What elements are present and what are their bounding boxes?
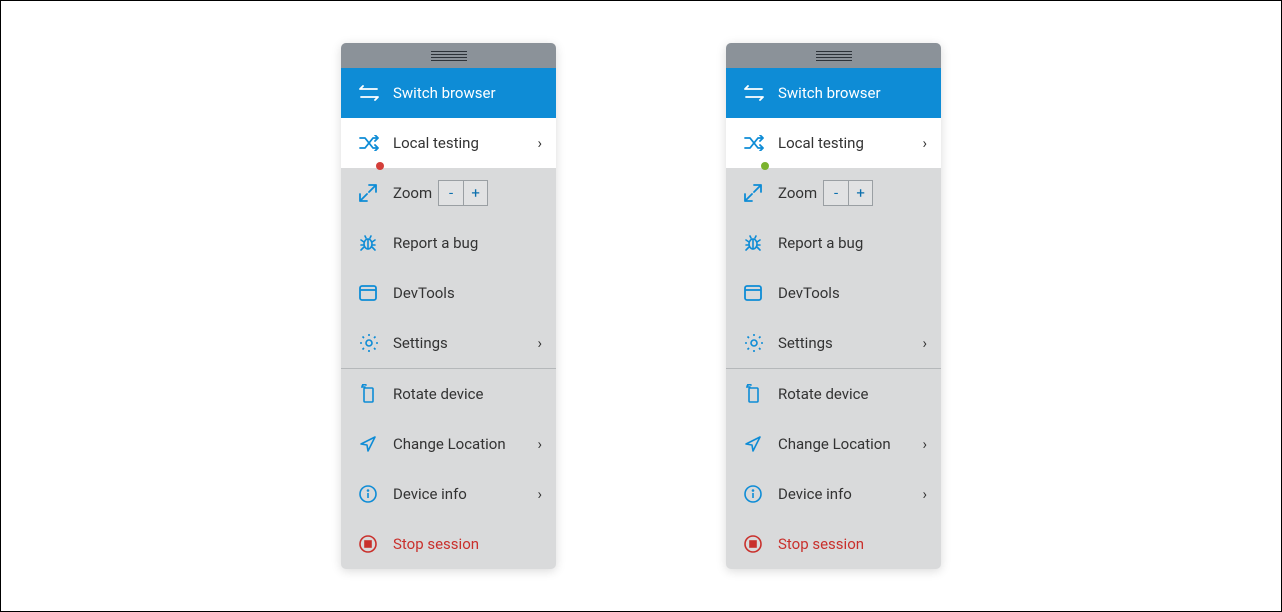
chevron-right-icon: › xyxy=(537,334,542,352)
stop-session-label: Stop session xyxy=(778,535,927,553)
swap-icon xyxy=(744,85,778,101)
bug-icon xyxy=(359,234,393,252)
handle-lines-icon xyxy=(431,51,467,61)
devtools-item[interactable]: DevTools xyxy=(341,268,556,318)
chevron-right-icon: › xyxy=(537,485,542,503)
stop-icon xyxy=(359,535,393,553)
devtools-label: DevTools xyxy=(778,284,927,302)
change-location-label: Change Location xyxy=(778,435,922,453)
switch-browser-label: Switch browser xyxy=(393,84,542,102)
report-bug-label: Report a bug xyxy=(778,234,927,252)
settings-item[interactable]: Settings › xyxy=(341,318,556,368)
switch-browser-item[interactable]: Switch browser xyxy=(341,68,556,118)
devtools-label: DevTools xyxy=(393,284,542,302)
window-icon xyxy=(359,285,393,301)
settings-label: Settings xyxy=(393,334,537,352)
settings-item[interactable]: Settings › xyxy=(726,318,941,368)
settings-label: Settings xyxy=(778,334,922,352)
toolbar-panel-2: Switch browser Local testing › Zoom - + xyxy=(726,43,941,569)
change-location-item[interactable]: Change Location › xyxy=(341,419,556,469)
local-testing-label: Local testing xyxy=(778,134,922,152)
devtools-item[interactable]: DevTools xyxy=(726,268,941,318)
change-location-item[interactable]: Change Location › xyxy=(726,419,941,469)
info-icon xyxy=(359,485,393,503)
swap-icon xyxy=(359,85,393,101)
handle-lines-icon xyxy=(816,51,852,61)
zoom-label: Zoom xyxy=(393,184,432,202)
location-arrow-icon xyxy=(359,435,393,453)
rotate-device-label: Rotate device xyxy=(778,385,927,403)
shuffle-icon xyxy=(744,135,778,151)
zoom-out-button[interactable]: - xyxy=(823,180,848,206)
local-testing-item[interactable]: Local testing › xyxy=(726,118,941,168)
zoom-item: Zoom - + xyxy=(341,168,556,218)
chevron-right-icon: › xyxy=(537,435,542,453)
toolbar-panel-1: Switch browser Local testing › Zoom - + xyxy=(341,43,556,569)
change-location-label: Change Location xyxy=(393,435,537,453)
device-info-label: Device info xyxy=(778,485,922,503)
stop-session-label: Stop session xyxy=(393,535,542,553)
switch-browser-label: Switch browser xyxy=(778,84,927,102)
zoom-label: Zoom xyxy=(778,184,817,202)
location-arrow-icon xyxy=(744,435,778,453)
chevron-right-icon: › xyxy=(922,134,927,152)
window-icon xyxy=(744,285,778,301)
bug-icon xyxy=(744,234,778,252)
chevron-right-icon: › xyxy=(922,334,927,352)
zoom-controls: - + xyxy=(438,180,488,206)
gear-icon xyxy=(359,333,393,353)
zoom-item: Zoom - + xyxy=(726,168,941,218)
stop-session-item[interactable]: Stop session xyxy=(726,519,941,569)
rotate-device-item[interactable]: Rotate device xyxy=(726,369,941,419)
chevron-right-icon: › xyxy=(922,435,927,453)
rotate-icon xyxy=(744,384,778,404)
expand-icon xyxy=(744,184,778,202)
drag-handle[interactable] xyxy=(341,43,556,68)
zoom-controls: - + xyxy=(823,180,873,206)
local-testing-label: Local testing xyxy=(393,134,537,152)
chevron-right-icon: › xyxy=(922,485,927,503)
rotate-device-item[interactable]: Rotate device xyxy=(341,369,556,419)
rotate-icon xyxy=(359,384,393,404)
report-bug-label: Report a bug xyxy=(393,234,542,252)
device-info-item[interactable]: Device info › xyxy=(726,469,941,519)
device-info-item[interactable]: Device info › xyxy=(341,469,556,519)
expand-icon xyxy=(359,184,393,202)
chevron-right-icon: › xyxy=(537,134,542,152)
local-testing-item[interactable]: Local testing › xyxy=(341,118,556,168)
switch-browser-item[interactable]: Switch browser xyxy=(726,68,941,118)
rotate-device-label: Rotate device xyxy=(393,385,542,403)
zoom-out-button[interactable]: - xyxy=(438,180,463,206)
drag-handle[interactable] xyxy=(726,43,941,68)
info-icon xyxy=(744,485,778,503)
report-bug-item[interactable]: Report a bug xyxy=(726,218,941,268)
shuffle-icon xyxy=(359,135,393,151)
zoom-in-button[interactable]: + xyxy=(463,180,488,206)
device-info-label: Device info xyxy=(393,485,537,503)
stop-icon xyxy=(744,535,778,553)
zoom-in-button[interactable]: + xyxy=(848,180,873,206)
stop-session-item[interactable]: Stop session xyxy=(341,519,556,569)
report-bug-item[interactable]: Report a bug xyxy=(341,218,556,268)
gear-icon xyxy=(744,333,778,353)
